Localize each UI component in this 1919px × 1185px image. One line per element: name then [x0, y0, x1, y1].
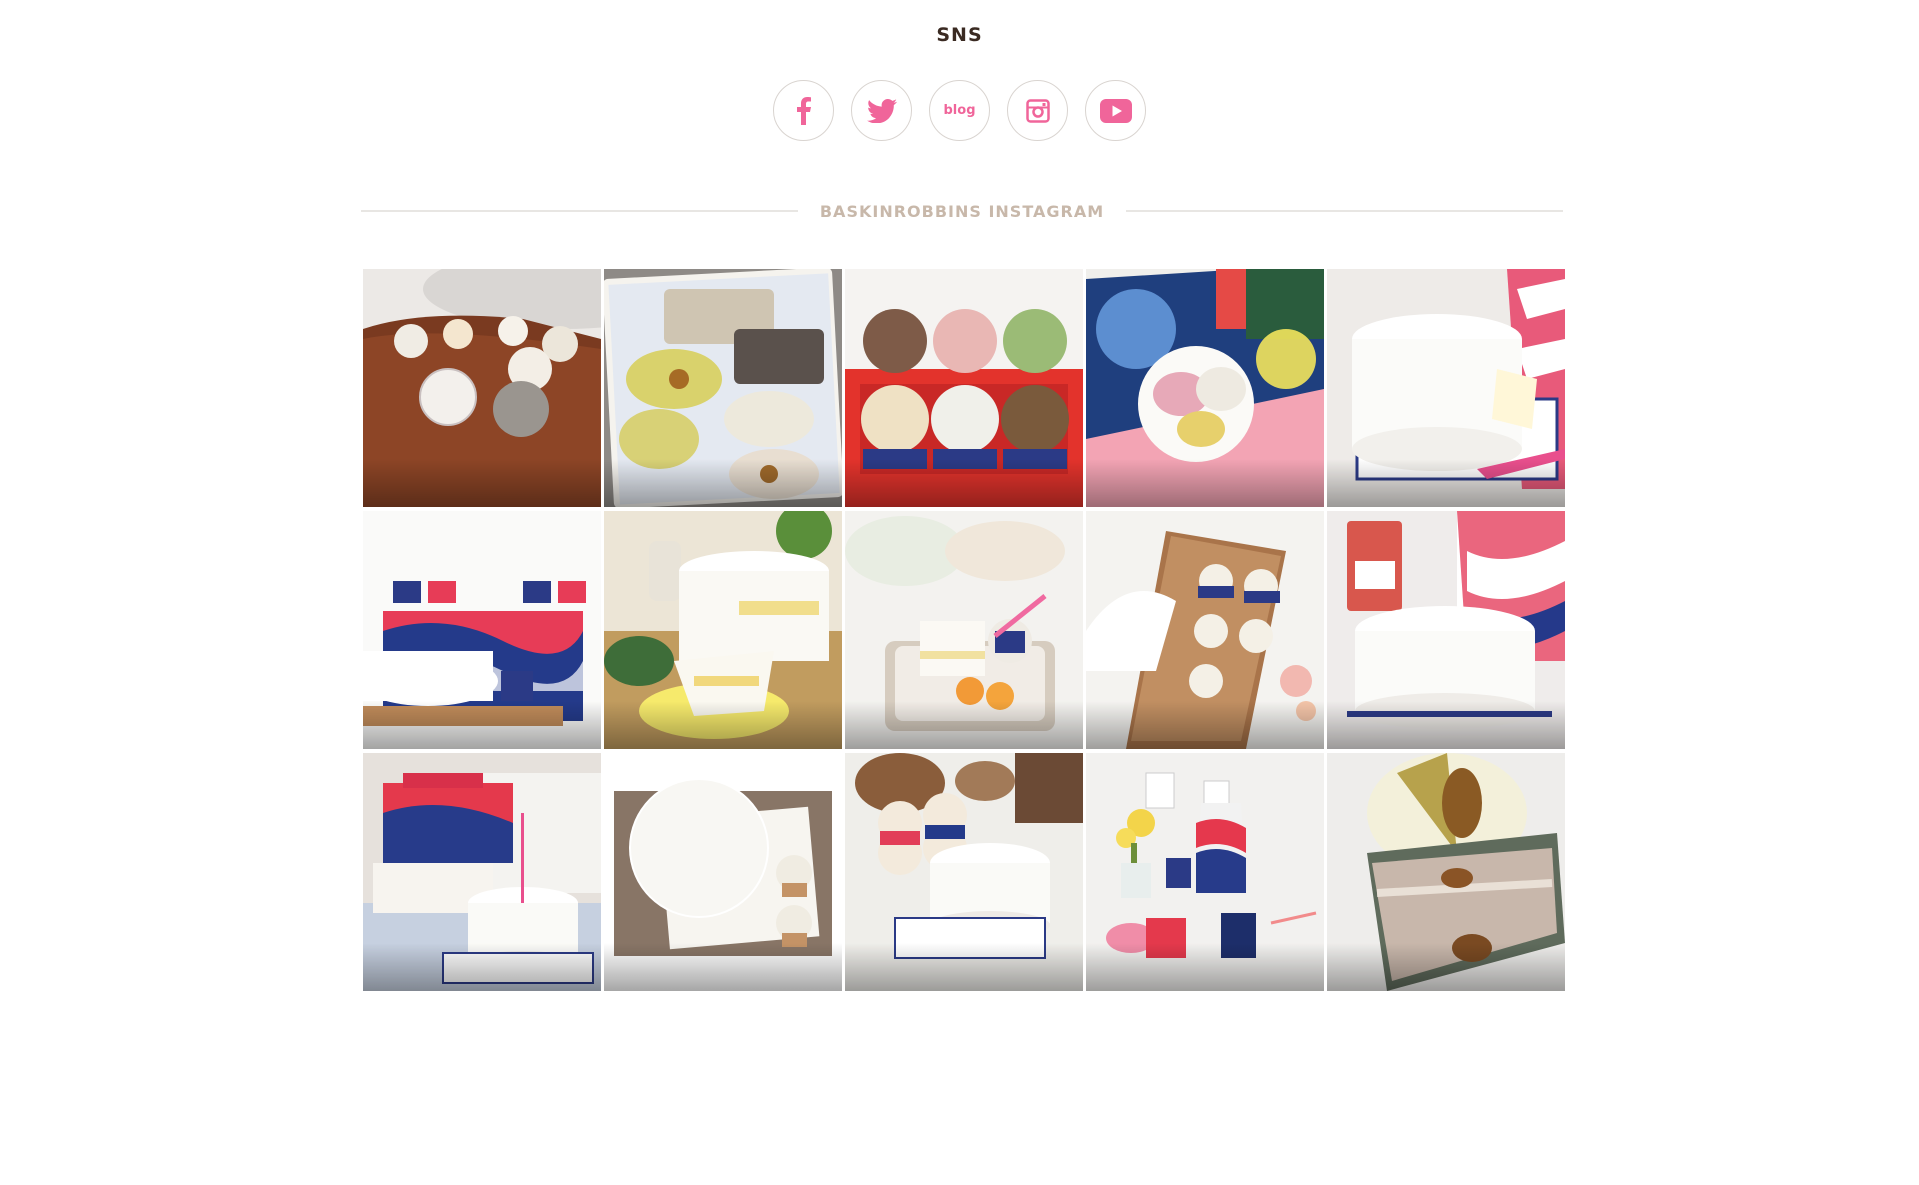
instagram-photo[interactable] — [1086, 753, 1324, 991]
instagram-photo[interactable] — [1086, 269, 1324, 507]
instagram-photo[interactable] — [363, 269, 601, 507]
instagram-header-label: BASKINROBBINS INSTAGRAM — [819, 201, 1105, 221]
sns-title: SNS — [936, 24, 983, 46]
instagram-icon — [1025, 98, 1050, 123]
blog-icon: blog — [943, 103, 976, 118]
blog-button[interactable]: blog — [929, 80, 990, 141]
facebook-icon — [796, 96, 812, 125]
sns-section: SNS blog BASKINROBBINS INSTAGRAM — [0, 0, 1919, 1185]
instagram-photo[interactable] — [845, 753, 1083, 991]
instagram-photo[interactable] — [604, 753, 842, 991]
instagram-photo[interactable] — [604, 269, 842, 507]
sns-buttons: blog — [0, 80, 1919, 141]
twitter-icon — [866, 98, 897, 123]
instagram-photo[interactable] — [363, 753, 601, 991]
youtube-icon — [1099, 98, 1132, 123]
header-divider-right — [1126, 210, 1563, 212]
instagram-photo-grid — [363, 269, 1565, 991]
youtube-button[interactable] — [1085, 80, 1146, 141]
instagram-section-header: BASKINROBBINS INSTAGRAM — [361, 199, 1563, 223]
instagram-photo[interactable] — [1327, 511, 1565, 749]
instagram-photo[interactable] — [604, 511, 842, 749]
instagram-photo[interactable] — [845, 511, 1083, 749]
instagram-photo[interactable] — [1327, 753, 1565, 991]
instagram-photo[interactable] — [845, 269, 1083, 507]
instagram-photo[interactable] — [1086, 511, 1324, 749]
header-divider-left — [361, 210, 798, 212]
twitter-button[interactable] — [851, 80, 912, 141]
instagram-photo[interactable] — [1327, 269, 1565, 507]
facebook-button[interactable] — [773, 80, 834, 141]
instagram-photo[interactable] — [363, 511, 601, 749]
instagram-button[interactable] — [1007, 80, 1068, 141]
